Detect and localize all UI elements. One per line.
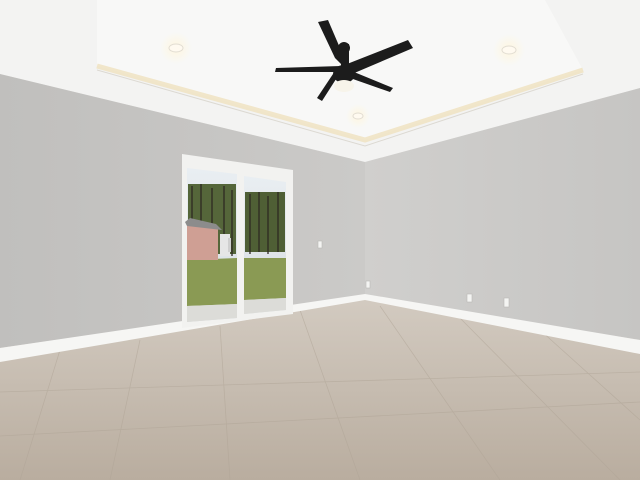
electrical-outlet-icon — [503, 297, 510, 308]
electrical-outlet-icon — [365, 280, 371, 289]
room-scene — [0, 0, 640, 480]
electrical-outlet-icon — [466, 293, 473, 303]
lawn — [187, 258, 237, 306]
light-switch-icon[interactable] — [317, 240, 323, 249]
room-illustration — [0, 0, 640, 480]
sliding-glass-door[interactable] — [182, 154, 293, 328]
